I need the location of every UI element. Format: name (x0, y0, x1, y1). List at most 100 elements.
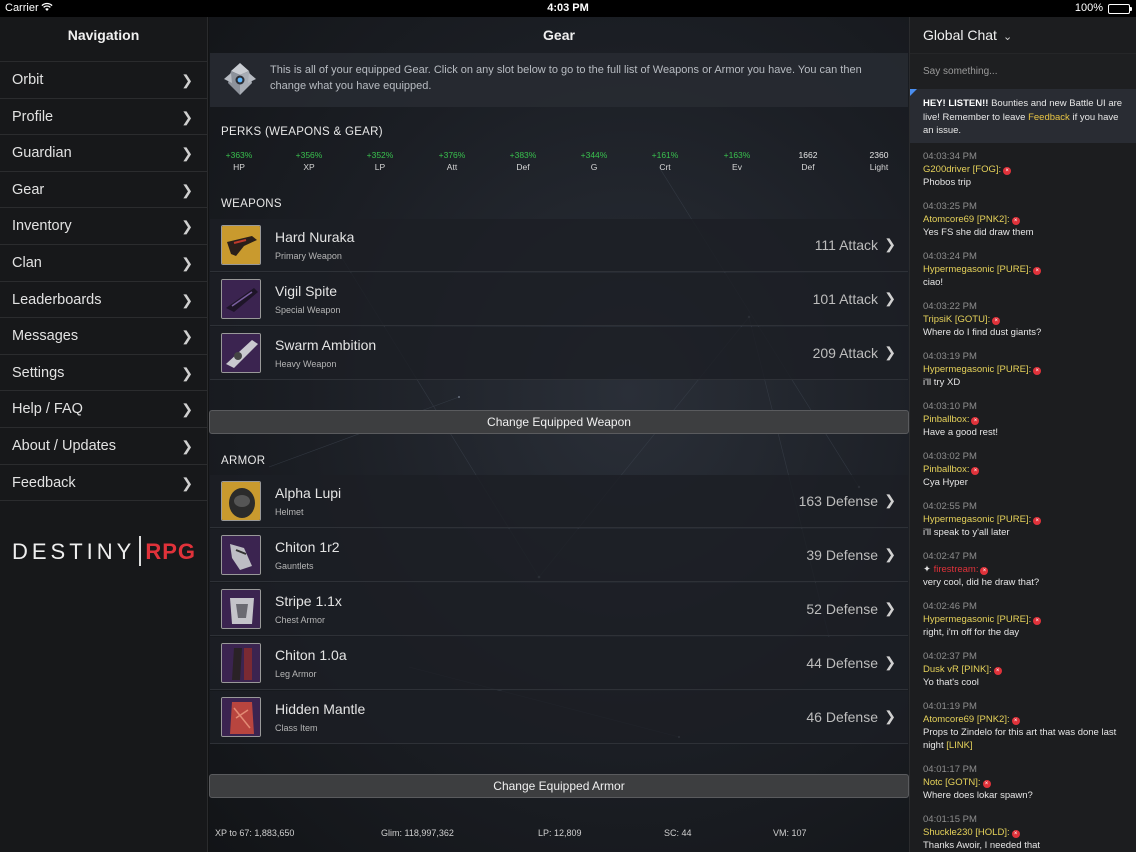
chevron-right-icon: ❯ (884, 600, 896, 616)
message-time: 04:01:17 PM (923, 764, 977, 775)
nav-item-gear[interactable]: Gear ❯ (0, 172, 207, 209)
perk-label: LP (374, 162, 386, 172)
message-user[interactable]: Shuckle230 [HOLD]: (923, 827, 1010, 838)
chat-message: 04:02:55 PM Hypermegasonic [PURE]: × i'll s… (923, 493, 1136, 543)
block-user-icon[interactable]: × (1033, 267, 1042, 275)
message-time: 04:02:37 PM (923, 651, 977, 662)
perk-label: Att (446, 162, 458, 172)
item-stat: 44 Defense (806, 655, 878, 671)
armor-row-legs[interactable]: Chiton 1.0a Leg Armor 44 Defense ❯ (210, 637, 908, 690)
nav-item-inventory[interactable]: Inventory ❯ (0, 208, 207, 245)
message-text: Where does lokar spawn? (923, 790, 1033, 801)
chevron-right-icon: ❯ (884, 236, 896, 252)
block-user-icon[interactable]: × (971, 417, 980, 425)
message-text: ciao! (923, 277, 944, 288)
nav-item-orbit[interactable]: Orbit ❯ (0, 62, 207, 99)
message-user[interactable]: Pinballbox: (923, 414, 969, 425)
nav-item-clan[interactable]: Clan ❯ (0, 245, 207, 282)
chevron-right-icon: ❯ (884, 344, 896, 360)
strange-coins: SC: 44 (664, 828, 692, 838)
feedback-link[interactable]: Feedback (1028, 112, 1070, 123)
logo-word-destiny: DESTINY (11, 539, 136, 564)
legendary-points: LP: 12,809 (538, 828, 582, 838)
ghost-icon (222, 61, 258, 97)
armor-row-chest[interactable]: Stripe 1.1x Chest Armor 52 Defense ❯ (210, 583, 908, 636)
message-user[interactable]: Notc [GOTN]: (923, 777, 981, 788)
block-user-icon[interactable]: × (1011, 217, 1020, 225)
message-user[interactable]: Hypermegasonic [PURE]: (923, 614, 1031, 625)
chat-input[interactable]: Say something... (910, 53, 1136, 89)
gear-title: Gear (543, 27, 575, 43)
navigation-sidebar: Navigation Orbit ❯ Profile ❯ Guardian ❯ Gea… (0, 17, 208, 852)
perk-label: HP (233, 162, 245, 172)
weapon-row-heavy[interactable]: Swarm Ambition Heavy Weapon 209 Attack ❯ (210, 327, 908, 380)
chat-message: 04:01:19 PM Atomcore69 [PNK2]: × Props to Z… (923, 693, 1136, 756)
message-user[interactable]: Atomcore69 [PNK2]: (923, 214, 1010, 225)
nav-item-profile[interactable]: Profile ❯ (0, 99, 207, 136)
perk-value: +344% (580, 150, 608, 160)
perk-ev: +163% Ev (707, 149, 767, 173)
message-text: Cya Hyper (923, 477, 968, 488)
chat-message: 04:03:24 PM Hypermegasonic [PURE]: × ciao! (923, 243, 1136, 293)
armor-row-helmet[interactable]: Alpha Lupi Helmet 163 Defense ❯ (210, 475, 908, 528)
nav-item-leaderboards[interactable]: Leaderboards ❯ (0, 282, 207, 319)
message-user[interactable]: Hypermegasonic [PURE]: (923, 364, 1031, 375)
nav-item-about-updates[interactable]: About / Updates ❯ (0, 428, 207, 465)
block-user-icon[interactable]: × (993, 667, 1002, 675)
nav-item-feedback[interactable]: Feedback ❯ (0, 465, 207, 502)
announcement-heading: HEY! LISTEN!! (923, 98, 989, 109)
message-user[interactable]: Hypermegasonic [PURE]: (923, 514, 1031, 525)
item-name: Stripe 1.1x (275, 593, 342, 609)
message-user[interactable]: Pinballbox: (923, 464, 969, 475)
message-link[interactable]: [LINK] (946, 740, 972, 751)
message-user[interactable]: Atomcore69 [PNK2]: (923, 714, 1010, 725)
message-user[interactable]: Hypermegasonic [PURE]: (923, 264, 1031, 275)
change-armor-button[interactable]: Change Equipped Armor (209, 774, 909, 798)
chevron-right-icon: ❯ (181, 437, 193, 454)
block-user-icon[interactable]: × (1033, 617, 1042, 625)
weapon-row-primary[interactable]: Hard Nuraka Primary Weapon 111 Attack ❯ (210, 219, 908, 272)
chat-message-list[interactable]: 04:03:34 PM G200driver [FOG]: × Phobos trip… (910, 143, 1136, 852)
weapon-row-special[interactable]: Vigil Spite Special Weapon 101 Attack ❯ (210, 273, 908, 326)
chevron-right-icon: ❯ (181, 291, 193, 308)
block-user-icon[interactable]: × (1011, 830, 1020, 838)
perk-value: 2360 (869, 150, 889, 160)
block-user-icon[interactable]: × (992, 317, 1001, 325)
nav-item-settings[interactable]: Settings ❯ (0, 355, 207, 392)
battery-percent: 100% (1074, 2, 1103, 14)
block-user-icon[interactable]: × (982, 780, 991, 788)
perk-label: Def (801, 162, 815, 172)
item-stat: 163 Defense (798, 493, 878, 509)
item-type: Special Weapon (275, 305, 341, 315)
perk-value: +363% (225, 150, 253, 160)
item-name: Swarm Ambition (275, 337, 377, 353)
block-user-icon[interactable]: × (980, 567, 989, 575)
item-type: Primary Weapon (275, 251, 342, 261)
chat-channel-selector[interactable]: Global Chat ⌄ (910, 17, 1136, 53)
message-time: 04:03:22 PM (923, 301, 977, 312)
block-user-icon[interactable]: × (1003, 167, 1012, 175)
clock: 4:03 PM (547, 2, 589, 14)
block-user-icon[interactable]: × (1033, 517, 1042, 525)
message-user[interactable]: G200driver [FOG]: (923, 164, 1001, 175)
armor-row-class-item[interactable]: Hidden Mantle Class Item 46 Defense ❯ (210, 691, 908, 744)
perk-att: +376% Att (422, 149, 482, 173)
nav-item-label: About / Updates (12, 437, 116, 454)
message-user[interactable]: TripsiK [GOTU]: (923, 314, 990, 325)
block-user-icon[interactable]: × (1033, 367, 1042, 375)
nav-item-help-faq[interactable]: Help / FAQ ❯ (0, 391, 207, 428)
armor-row-gauntlets[interactable]: Chiton 1r2 Gauntlets 39 Defense ❯ (210, 529, 908, 582)
nav-item-label: Settings (12, 364, 65, 381)
message-user[interactable]: Dusk vR [PINK]: (923, 664, 992, 675)
armor-thumbnail (221, 589, 261, 629)
nav-item-messages[interactable]: Messages ❯ (0, 318, 207, 355)
change-weapon-button[interactable]: Change Equipped Weapon (209, 410, 909, 434)
intro-banner: This is all of your equipped Gear. Click… (210, 53, 908, 107)
nav-item-guardian[interactable]: Guardian ❯ (0, 135, 207, 172)
block-user-icon[interactable]: × (971, 467, 980, 475)
intro-text: This is all of your equipped Gear. Click… (270, 64, 862, 92)
nav-item-label: Profile (12, 108, 54, 125)
perks-section-title: PERKS (WEAPONS & GEAR) (221, 126, 383, 138)
message-user[interactable]: firestream: (934, 564, 979, 575)
block-user-icon[interactable]: × (1011, 717, 1020, 725)
